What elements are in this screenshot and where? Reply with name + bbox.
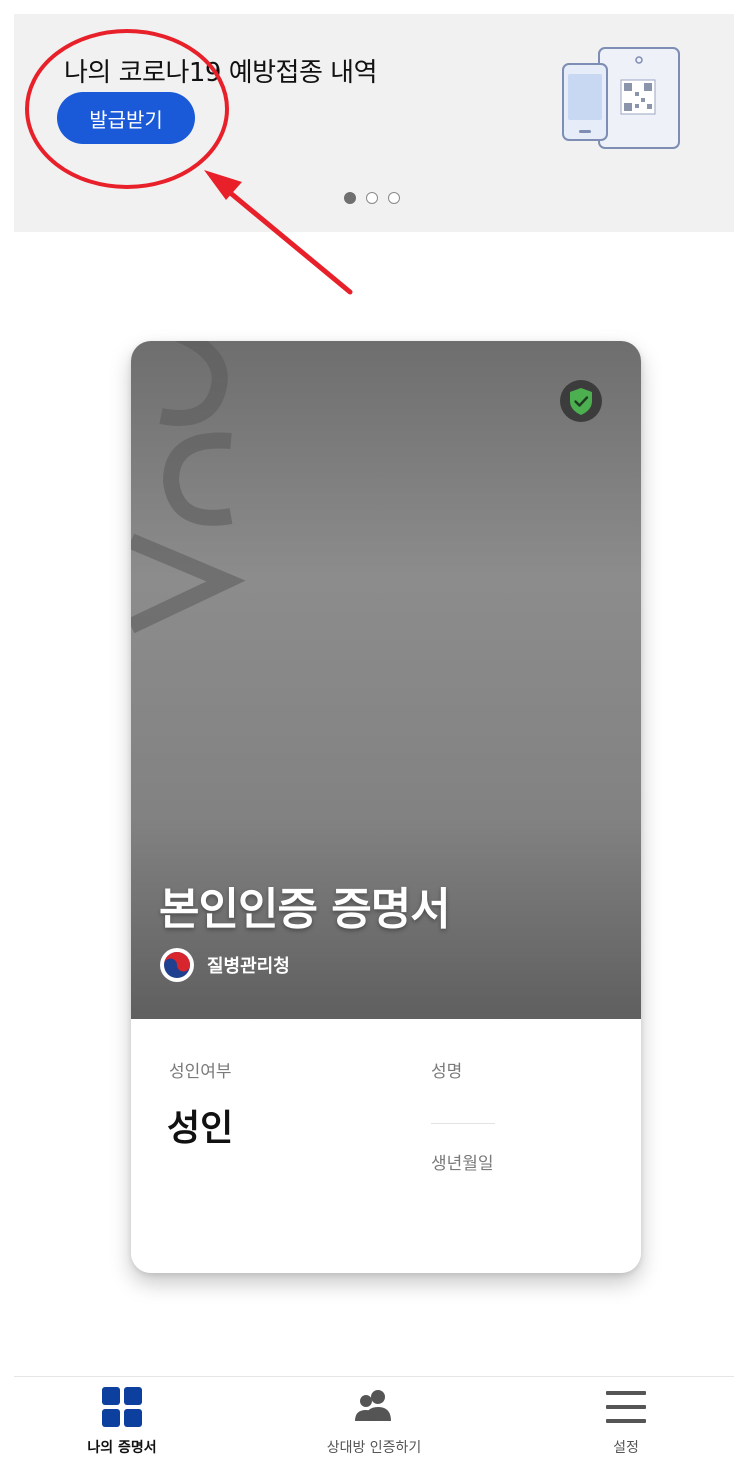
issue-button[interactable]: 발급받기 bbox=[57, 92, 195, 144]
card-decoration bbox=[131, 341, 246, 634]
nav-item-verify-other[interactable]: 상대방 인증하기 bbox=[274, 1377, 474, 1470]
card-header: 본인인증 증명서 질병관리청 bbox=[131, 341, 641, 1019]
menu-icon bbox=[606, 1391, 646, 1423]
pager-dot-1[interactable] bbox=[344, 192, 356, 204]
people-icon bbox=[355, 1390, 391, 1421]
nav-label-verify-other: 상대방 인증하기 bbox=[326, 1440, 422, 1456]
birth-label: 생년월일 bbox=[431, 1154, 494, 1174]
bottom-nav: 나의 증명서 상대방 인증하기 설정 bbox=[14, 1376, 734, 1470]
adult-value: 성인 bbox=[167, 1108, 234, 1149]
grid-icon bbox=[102, 1387, 142, 1427]
nav-item-my-certificates[interactable]: 나의 증명서 bbox=[22, 1377, 222, 1470]
adult-label: 성인여부 bbox=[169, 1062, 232, 1082]
name-label: 성명 bbox=[431, 1062, 463, 1082]
pager-dot-2[interactable] bbox=[366, 192, 378, 204]
banner-title: 나의 코로나19 예방접종 내역 bbox=[64, 58, 378, 88]
agency-name: 질병관리청 bbox=[207, 956, 290, 977]
name-divider bbox=[431, 1123, 495, 1124]
card-title: 본인인증 증명서 bbox=[159, 884, 451, 935]
banner-pager bbox=[344, 192, 400, 204]
card-details: 성인여부 성인 성명 생년월일 bbox=[131, 1019, 641, 1273]
nav-label-settings: 설정 bbox=[613, 1440, 639, 1456]
agency: 질병관리청 bbox=[159, 947, 290, 983]
nav-item-settings[interactable]: 설정 bbox=[526, 1377, 726, 1470]
nav-label-my-certificates: 나의 증명서 bbox=[87, 1440, 157, 1456]
phone-qr-illustration bbox=[562, 47, 680, 149]
pager-dot-3[interactable] bbox=[388, 192, 400, 204]
certificate-card[interactable]: 본인인증 증명서 질병관리청 성인여부 성인 성명 생년월일 bbox=[131, 341, 641, 1273]
vaccination-banner: 나의 코로나19 예방접종 내역 발급받기 bbox=[14, 14, 734, 232]
shield-check-icon bbox=[560, 380, 602, 422]
kdca-logo-icon bbox=[160, 948, 194, 982]
